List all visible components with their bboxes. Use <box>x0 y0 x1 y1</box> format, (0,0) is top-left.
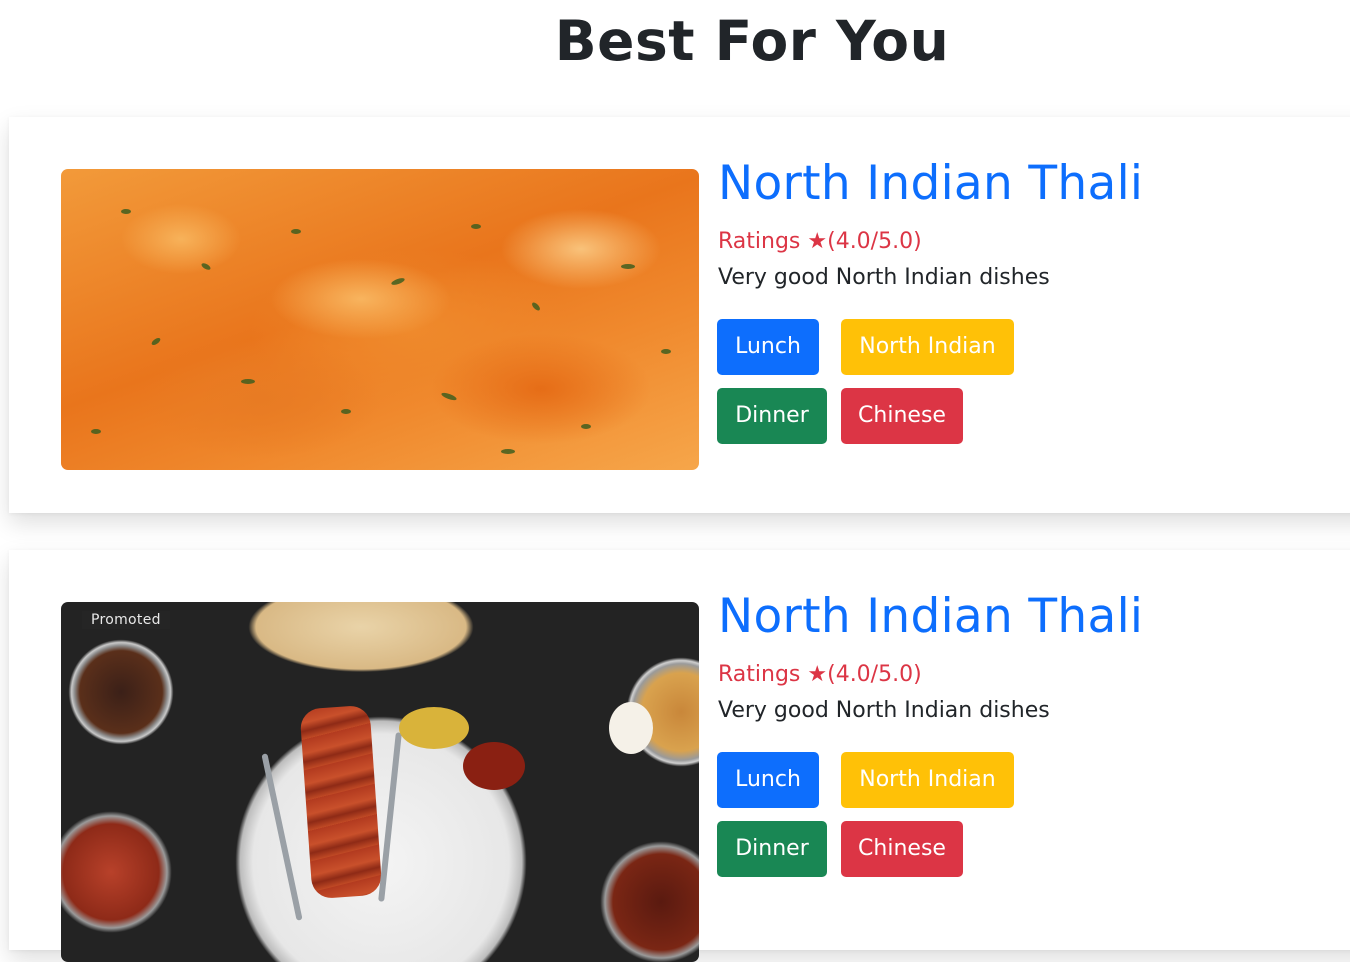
page-title: Best For You <box>554 9 950 73</box>
tag-dinner[interactable]: Dinner <box>717 388 827 444</box>
tag-north-indian[interactable]: North Indian <box>841 319 1014 375</box>
card-description: Very good North Indian dishes <box>718 698 1050 723</box>
kebab-skewer <box>299 704 383 900</box>
food-card: North Indian Thali Ratings ★(4.0/5.0) Ve… <box>9 117 1350 513</box>
tag-chinese[interactable]: Chinese <box>841 388 963 444</box>
sauce-bowl <box>399 707 469 749</box>
tag-lunch[interactable]: Lunch <box>717 752 819 808</box>
tag-lunch[interactable]: Lunch <box>717 319 819 375</box>
boiled-egg <box>609 702 653 754</box>
card-description: Very good North Indian dishes <box>718 265 1050 290</box>
sauce-bowl <box>463 742 525 790</box>
fork-icon <box>378 732 402 902</box>
card-title[interactable]: North Indian Thali <box>718 153 1143 215</box>
promoted-badge: Promoted <box>82 611 170 629</box>
ratings-text: Ratings ★(4.0/5.0) <box>718 229 922 254</box>
fork-icon <box>261 753 303 921</box>
ratings-text: Ratings ★(4.0/5.0) <box>718 662 922 687</box>
tag-dinner[interactable]: Dinner <box>717 821 827 877</box>
food-card: Promoted North Indian Thali Ratings ★(4.… <box>9 550 1350 962</box>
tag-north-indian[interactable]: North Indian <box>841 752 1014 808</box>
food-image[interactable] <box>61 169 699 470</box>
tag-chinese[interactable]: Chinese <box>841 821 963 877</box>
food-image[interactable]: Promoted <box>61 602 699 962</box>
card-title[interactable]: North Indian Thali <box>718 586 1143 648</box>
